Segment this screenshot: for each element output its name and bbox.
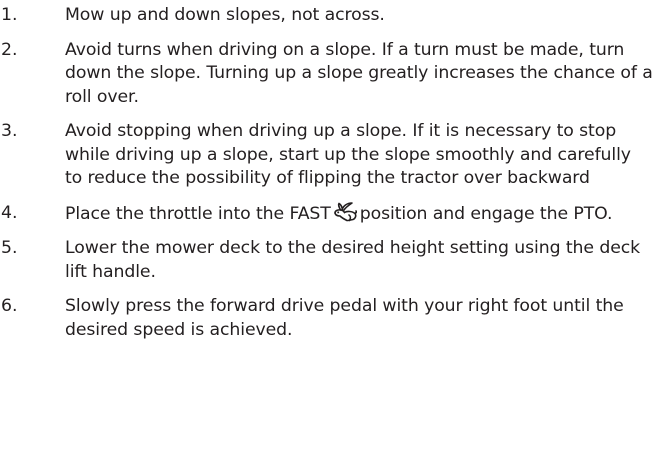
step-text: Slowly press the forward drive pedal wit…	[65, 296, 624, 340]
step-text: Place the throttle into the FAST positio…	[65, 201, 653, 227]
step-text: Mow up and down slopes, not across.	[65, 5, 385, 25]
step-number: 1.	[1, 5, 18, 25]
step-text-after-icon: position and engage the PTO.	[359, 203, 613, 224]
step-number: 3.	[1, 121, 18, 141]
list-item: 6. Slowly press the forward drive pedal …	[0, 295, 663, 342]
step-number: 4.	[1, 202, 18, 223]
step-number: 2.	[1, 39, 18, 60]
step-text: Lower the mower deck to the desired heig…	[65, 238, 641, 282]
list-item: 3. Avoid stopping when driving up a slop…	[0, 120, 663, 191]
step-text-before-icon: Place the throttle into the FAST	[65, 203, 331, 224]
list-item: 4. Place the throttle into the FAST posi…	[0, 201, 663, 227]
step-text: Avoid turns when driving on a slope. If …	[65, 39, 653, 107]
instruction-page: 1. Mow up and down slopes, not across. 2…	[0, 0, 663, 457]
step-number: 5.	[1, 238, 18, 258]
instruction-list: 1. Mow up and down slopes, not across. 2…	[0, 4, 663, 342]
rabbit-fast-icon	[333, 201, 358, 222]
step-text: Avoid stopping when driving up a slope. …	[65, 121, 631, 188]
step-number: 6.	[1, 296, 18, 316]
list-item: 1. Mow up and down slopes, not across.	[0, 4, 663, 28]
list-item: 2. Avoid turns when driving on a slope. …	[0, 39, 663, 110]
list-item: 5. Lower the mower deck to the desired h…	[0, 237, 663, 284]
